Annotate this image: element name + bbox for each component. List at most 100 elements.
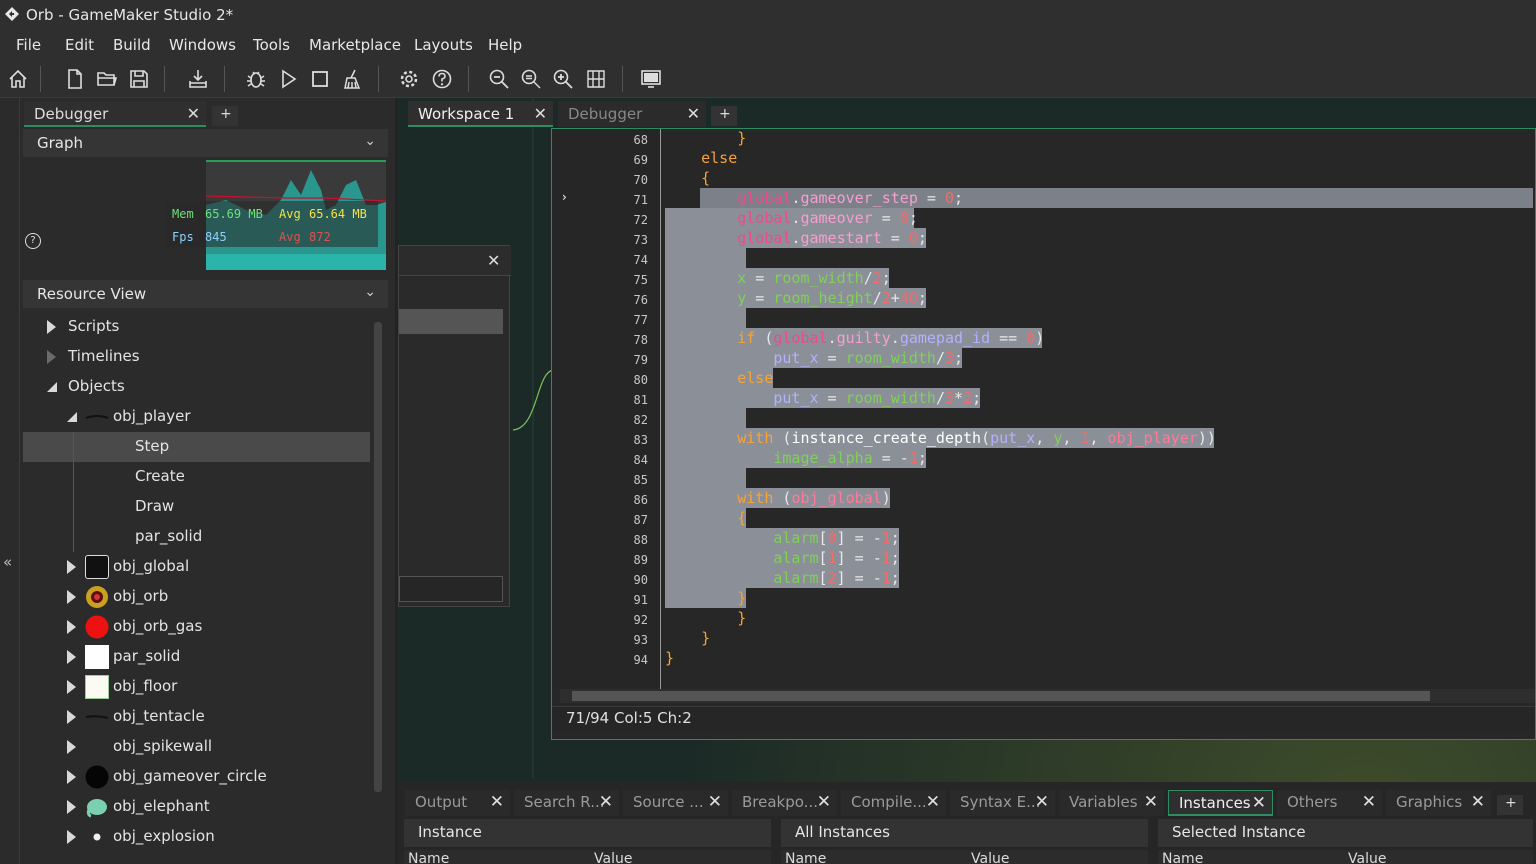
tree-item-obj-elephant[interactable]: obj_elephant bbox=[23, 792, 370, 822]
collapse-left-icon[interactable]: « bbox=[3, 553, 12, 571]
bottom-tab-output[interactable]: Output ✕ bbox=[405, 790, 510, 816]
expand-arrow-icon[interactable] bbox=[47, 350, 56, 364]
close-icon[interactable]: ✕ bbox=[1471, 792, 1485, 812]
expand-arrow-icon[interactable] bbox=[67, 620, 76, 634]
tree-scrollbar[interactable] bbox=[372, 312, 384, 852]
tree-item-obj-spikewall[interactable]: obj_spikewall bbox=[23, 732, 370, 762]
tree-item-Scripts[interactable]: Scripts bbox=[23, 312, 370, 342]
new-project-button[interactable] bbox=[61, 64, 89, 94]
bottom-tab-breakpo[interactable]: Breakpo... ✕ bbox=[732, 790, 837, 816]
stop-button[interactable] bbox=[306, 64, 334, 94]
expand-arrow-icon[interactable] bbox=[67, 830, 76, 844]
expand-arrow-icon[interactable] bbox=[67, 710, 76, 724]
expand-arrow-icon[interactable] bbox=[67, 560, 76, 574]
menu-build[interactable]: Build bbox=[113, 36, 151, 54]
expand-arrow-icon[interactable] bbox=[67, 680, 76, 694]
code-line-86: with (obj_global) bbox=[737, 489, 891, 507]
menu-file[interactable]: File bbox=[16, 36, 41, 54]
fit-view-button[interactable] bbox=[582, 64, 610, 94]
add-workspace-tab-button[interactable]: + bbox=[711, 106, 737, 126]
game-options-button[interactable] bbox=[395, 64, 423, 94]
tree-item-Draw[interactable]: Draw bbox=[23, 492, 370, 522]
zoom-in-button[interactable] bbox=[549, 64, 577, 94]
zoom-reset-button[interactable] bbox=[517, 64, 545, 94]
tree-item-obj-floor[interactable]: obj_floor bbox=[23, 672, 370, 702]
close-icon[interactable]: ✕ bbox=[1035, 792, 1049, 812]
close-icon[interactable]: ✕ bbox=[926, 792, 940, 812]
close-icon[interactable]: ✕ bbox=[187, 104, 200, 123]
menu-help[interactable]: Help bbox=[488, 36, 522, 54]
home-button[interactable] bbox=[4, 64, 32, 94]
bottom-tab-variables[interactable]: Variables ✕ bbox=[1059, 790, 1164, 816]
add-tab-button[interactable]: + bbox=[212, 106, 238, 126]
expand-arrow-icon[interactable] bbox=[67, 590, 76, 604]
bottom-tab-others[interactable]: Others ✕ bbox=[1277, 790, 1382, 816]
zoom-out-button[interactable] bbox=[485, 64, 513, 94]
graph-header[interactable]: Graph ⌄ bbox=[23, 129, 388, 157]
close-icon[interactable]: ✕ bbox=[1362, 792, 1376, 812]
clean-button[interactable] bbox=[338, 64, 366, 94]
menu-layouts[interactable]: Layouts bbox=[414, 36, 473, 54]
close-icon[interactable]: ✕ bbox=[490, 792, 504, 812]
tree-item-obj-tentacle[interactable]: obj_tentacle bbox=[23, 702, 370, 732]
tree-item-obj-player[interactable]: obj_player bbox=[23, 402, 370, 432]
target-device-button[interactable] bbox=[637, 64, 665, 94]
selected-instance-label: Selected Instance bbox=[1172, 823, 1306, 841]
run-button[interactable] bbox=[274, 64, 302, 94]
tree-item-obj-orb-gas[interactable]: obj_orb_gas bbox=[23, 612, 370, 642]
close-icon[interactable]: ✕ bbox=[1252, 793, 1266, 813]
bottom-tab-search-r[interactable]: Search R... ✕ bbox=[514, 790, 619, 816]
bottom-tab-graphics[interactable]: Graphics ✕ bbox=[1386, 790, 1491, 816]
tree-item-Step[interactable]: Step bbox=[23, 432, 370, 462]
collapse-arrow-icon[interactable] bbox=[46, 381, 58, 393]
graph-help-icon[interactable]: ? bbox=[25, 233, 41, 249]
export-button[interactable] bbox=[184, 64, 212, 94]
event-input[interactable] bbox=[399, 576, 503, 602]
tree-item-par-solid[interactable]: par_solid bbox=[23, 642, 370, 672]
tree-item-obj-explosion[interactable]: obj_explosion bbox=[23, 822, 370, 852]
close-icon[interactable]: ✕ bbox=[817, 792, 831, 812]
bottom-tab-syntax-e[interactable]: Syntax E... ✕ bbox=[950, 790, 1055, 816]
bottom-tab-instances[interactable]: Instances ✕ bbox=[1168, 790, 1273, 816]
menu-tools[interactable]: Tools bbox=[253, 36, 290, 54]
tree-item-Timelines[interactable]: Timelines bbox=[23, 342, 370, 372]
tree-item-obj-global[interactable]: obj_global bbox=[23, 552, 370, 582]
menu-edit[interactable]: Edit bbox=[65, 36, 94, 54]
resource-view-header[interactable]: Resource View ⌄ bbox=[23, 280, 388, 308]
tab-debugger[interactable]: Debugger ✕ bbox=[24, 101, 206, 127]
expand-arrow-icon[interactable] bbox=[67, 740, 76, 754]
expand-arrow-icon[interactable] bbox=[67, 800, 76, 814]
help-button[interactable] bbox=[428, 64, 456, 94]
selected-event-row[interactable] bbox=[399, 309, 503, 334]
expand-arrow-icon[interactable] bbox=[67, 770, 76, 784]
expand-arrow-icon[interactable] bbox=[47, 320, 56, 334]
bottom-tab-source[interactable]: Source ... ✕ bbox=[623, 790, 728, 816]
tree-item-obj-gameover-circle[interactable]: obj_gameover_circle bbox=[23, 762, 370, 792]
tab-workspace-1[interactable]: Workspace 1 ✕ bbox=[408, 101, 553, 127]
close-icon[interactable]: ✕ bbox=[687, 104, 700, 123]
save-button[interactable] bbox=[125, 64, 153, 94]
add-bottom-tab-button[interactable]: + bbox=[1497, 795, 1523, 815]
scrollbar-thumb[interactable] bbox=[374, 322, 382, 792]
line-number: 74 bbox=[633, 253, 648, 267]
tree-item-Objects[interactable]: Objects bbox=[23, 372, 370, 402]
tree-item-Create[interactable]: Create bbox=[23, 462, 370, 492]
open-project-button[interactable] bbox=[93, 64, 121, 94]
tree-item-obj-orb[interactable]: obj_orb bbox=[23, 582, 370, 612]
tree-item-par-solid[interactable]: par_solid bbox=[23, 522, 370, 552]
scrollbar-thumb[interactable] bbox=[572, 691, 1430, 701]
object-editor-window[interactable]: ✕ bbox=[398, 245, 511, 607]
close-icon[interactable]: ✕ bbox=[487, 251, 500, 270]
close-icon[interactable]: ✕ bbox=[534, 104, 547, 123]
close-icon[interactable]: ✕ bbox=[599, 792, 613, 812]
horizontal-scrollbar[interactable] bbox=[560, 689, 1535, 703]
debug-button[interactable] bbox=[242, 64, 270, 94]
close-icon[interactable]: ✕ bbox=[708, 792, 722, 812]
collapse-arrow-icon[interactable] bbox=[66, 411, 78, 423]
menu-windows[interactable]: Windows bbox=[169, 36, 236, 54]
close-icon[interactable]: ✕ bbox=[1144, 792, 1158, 812]
expand-arrow-icon[interactable] bbox=[67, 650, 76, 664]
menu-marketplace[interactable]: Marketplace bbox=[309, 36, 401, 54]
tab-debugger-workspace[interactable]: Debugger ✕ bbox=[558, 101, 706, 127]
bottom-tab-compile[interactable]: Compile... ✕ bbox=[841, 790, 946, 816]
